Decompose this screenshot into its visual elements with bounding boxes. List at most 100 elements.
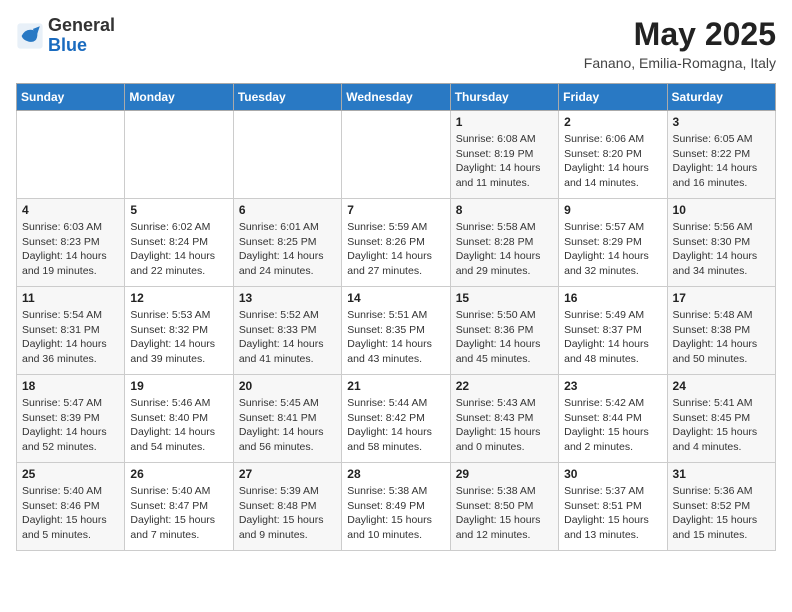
calendar-cell: 1 Sunrise: 6:08 AM Sunset: 8:19 PM Daylig… (450, 111, 558, 199)
day-info: Sunrise: 5:38 AM Sunset: 8:50 PM Dayligh… (456, 484, 553, 543)
day-info: Sunrise: 5:40 AM Sunset: 8:47 PM Dayligh… (130, 484, 227, 543)
day-number: 9 (564, 203, 661, 217)
calendar-cell: 29 Sunrise: 5:38 AM Sunset: 8:50 PM Dayli… (450, 463, 558, 551)
day-number: 4 (22, 203, 119, 217)
day-number: 30 (564, 467, 661, 481)
page-header: General Blue May 2025 Fanano, Emilia-Rom… (16, 16, 776, 71)
calendar-table: SundayMondayTuesdayWednesdayThursdayFrid… (16, 83, 776, 551)
calendar-cell: 14 Sunrise: 5:51 AM Sunset: 8:35 PM Dayli… (342, 287, 450, 375)
calendar-week-row: 18Sunrise: 5:47 AM Sunset: 8:39 PM Dayli… (17, 375, 776, 463)
day-number: 29 (456, 467, 553, 481)
calendar-cell: 27 Sunrise: 5:39 AM Sunset: 8:48 PM Dayli… (233, 463, 341, 551)
day-info: Sunrise: 5:37 AM Sunset: 8:51 PM Dayligh… (564, 484, 661, 543)
logo-text: General Blue (48, 16, 115, 56)
day-number: 20 (239, 379, 336, 393)
day-info: Sunrise: 5:51 AM Sunset: 8:35 PM Dayligh… (347, 308, 444, 367)
day-number: 15 (456, 291, 553, 305)
day-info: Sunrise: 5:45 AM Sunset: 8:41 PM Dayligh… (239, 396, 336, 455)
calendar-cell: 13Sunrise: 5:52 AM Sunset: 8:33 PM Dayli… (233, 287, 341, 375)
day-number: 7 (347, 203, 444, 217)
day-info: Sunrise: 6:01 AM Sunset: 8:25 PM Dayligh… (239, 220, 336, 279)
day-info: Sunrise: 5:58 AM Sunset: 8:28 PM Dayligh… (456, 220, 553, 279)
day-info: Sunrise: 5:50 AM Sunset: 8:36 PM Dayligh… (456, 308, 553, 367)
calendar-subtitle: Fanano, Emilia-Romagna, Italy (584, 55, 776, 71)
day-info: Sunrise: 5:57 AM Sunset: 8:29 PM Dayligh… (564, 220, 661, 279)
day-info: Sunrise: 5:47 AM Sunset: 8:39 PM Dayligh… (22, 396, 119, 455)
calendar-week-row: 25 Sunrise: 5:40 AM Sunset: 8:46 PM Dayli… (17, 463, 776, 551)
day-info: Sunrise: 6:02 AM Sunset: 8:24 PM Dayligh… (130, 220, 227, 279)
calendar-cell: 18Sunrise: 5:47 AM Sunset: 8:39 PM Dayli… (17, 375, 125, 463)
calendar-cell: 26 Sunrise: 5:40 AM Sunset: 8:47 PM Dayli… (125, 463, 233, 551)
logo-icon (16, 22, 44, 50)
weekday-header-wednesday: Wednesday (342, 84, 450, 111)
calendar-cell (342, 111, 450, 199)
day-number: 1 (456, 115, 553, 129)
calendar-cell: 24Sunrise: 5:41 AM Sunset: 8:45 PM Dayli… (667, 375, 775, 463)
weekday-header-friday: Friday (559, 84, 667, 111)
day-number: 23 (564, 379, 661, 393)
day-number: 6 (239, 203, 336, 217)
weekday-header-tuesday: Tuesday (233, 84, 341, 111)
calendar-cell: 22 Sunrise: 5:43 AM Sunset: 8:43 PM Dayli… (450, 375, 558, 463)
day-info: Sunrise: 5:49 AM Sunset: 8:37 PM Dayligh… (564, 308, 661, 367)
calendar-title: May 2025 (584, 16, 776, 53)
title-area: May 2025 Fanano, Emilia-Romagna, Italy (584, 16, 776, 71)
day-info: Sunrise: 5:43 AM Sunset: 8:43 PM Dayligh… (456, 396, 553, 455)
day-number: 10 (673, 203, 770, 217)
day-number: 16 (564, 291, 661, 305)
day-number: 28 (347, 467, 444, 481)
calendar-cell: 10 Sunrise: 5:56 AM Sunset: 8:30 PM Dayli… (667, 199, 775, 287)
day-number: 11 (22, 291, 119, 305)
day-number: 22 (456, 379, 553, 393)
calendar-cell (125, 111, 233, 199)
day-number: 26 (130, 467, 227, 481)
day-info: Sunrise: 5:48 AM Sunset: 8:38 PM Dayligh… (673, 308, 770, 367)
calendar-cell: 5 Sunrise: 6:02 AM Sunset: 8:24 PM Daylig… (125, 199, 233, 287)
weekday-header-thursday: Thursday (450, 84, 558, 111)
calendar-cell (17, 111, 125, 199)
day-info: Sunrise: 5:59 AM Sunset: 8:26 PM Dayligh… (347, 220, 444, 279)
calendar-week-row: 11 Sunrise: 5:54 AM Sunset: 8:31 PM Dayli… (17, 287, 776, 375)
calendar-cell: 8 Sunrise: 5:58 AM Sunset: 8:28 PM Daylig… (450, 199, 558, 287)
day-number: 14 (347, 291, 444, 305)
weekday-header-sunday: Sunday (17, 84, 125, 111)
day-info: Sunrise: 5:56 AM Sunset: 8:30 PM Dayligh… (673, 220, 770, 279)
calendar-cell: 23Sunrise: 5:42 AM Sunset: 8:44 PM Dayli… (559, 375, 667, 463)
calendar-cell: 2 Sunrise: 6:06 AM Sunset: 8:20 PM Daylig… (559, 111, 667, 199)
calendar-week-row: 1 Sunrise: 6:08 AM Sunset: 8:19 PM Daylig… (17, 111, 776, 199)
weekday-header-monday: Monday (125, 84, 233, 111)
calendar-cell: 31Sunrise: 5:36 AM Sunset: 8:52 PM Dayli… (667, 463, 775, 551)
calendar-cell: 21Sunrise: 5:44 AM Sunset: 8:42 PM Dayli… (342, 375, 450, 463)
day-number: 27 (239, 467, 336, 481)
calendar-week-row: 4 Sunrise: 6:03 AM Sunset: 8:23 PM Daylig… (17, 199, 776, 287)
day-info: Sunrise: 6:03 AM Sunset: 8:23 PM Dayligh… (22, 220, 119, 279)
calendar-cell: 28Sunrise: 5:38 AM Sunset: 8:49 PM Dayli… (342, 463, 450, 551)
day-info: Sunrise: 5:54 AM Sunset: 8:31 PM Dayligh… (22, 308, 119, 367)
logo: General Blue (16, 16, 115, 56)
calendar-cell: 3 Sunrise: 6:05 AM Sunset: 8:22 PM Daylig… (667, 111, 775, 199)
day-info: Sunrise: 5:53 AM Sunset: 8:32 PM Dayligh… (130, 308, 227, 367)
day-info: Sunrise: 6:06 AM Sunset: 8:20 PM Dayligh… (564, 132, 661, 191)
day-number: 2 (564, 115, 661, 129)
calendar-cell: 20 Sunrise: 5:45 AM Sunset: 8:41 PM Dayli… (233, 375, 341, 463)
day-info: Sunrise: 6:08 AM Sunset: 8:19 PM Dayligh… (456, 132, 553, 191)
day-number: 17 (673, 291, 770, 305)
day-info: Sunrise: 6:05 AM Sunset: 8:22 PM Dayligh… (673, 132, 770, 191)
day-number: 3 (673, 115, 770, 129)
day-info: Sunrise: 5:39 AM Sunset: 8:48 PM Dayligh… (239, 484, 336, 543)
day-info: Sunrise: 5:52 AM Sunset: 8:33 PM Dayligh… (239, 308, 336, 367)
day-info: Sunrise: 5:36 AM Sunset: 8:52 PM Dayligh… (673, 484, 770, 543)
calendar-cell: 11 Sunrise: 5:54 AM Sunset: 8:31 PM Dayli… (17, 287, 125, 375)
calendar-cell: 30 Sunrise: 5:37 AM Sunset: 8:51 PM Dayli… (559, 463, 667, 551)
calendar-cell: 4 Sunrise: 6:03 AM Sunset: 8:23 PM Daylig… (17, 199, 125, 287)
calendar-cell: 17 Sunrise: 5:48 AM Sunset: 8:38 PM Dayli… (667, 287, 775, 375)
day-number: 5 (130, 203, 227, 217)
day-info: Sunrise: 5:46 AM Sunset: 8:40 PM Dayligh… (130, 396, 227, 455)
day-number: 8 (456, 203, 553, 217)
calendar-cell: 9 Sunrise: 5:57 AM Sunset: 8:29 PM Daylig… (559, 199, 667, 287)
calendar-cell: 12Sunrise: 5:53 AM Sunset: 8:32 PM Dayli… (125, 287, 233, 375)
day-info: Sunrise: 5:40 AM Sunset: 8:46 PM Dayligh… (22, 484, 119, 543)
day-info: Sunrise: 5:44 AM Sunset: 8:42 PM Dayligh… (347, 396, 444, 455)
calendar-cell: 16 Sunrise: 5:49 AM Sunset: 8:37 PM Dayli… (559, 287, 667, 375)
day-number: 25 (22, 467, 119, 481)
